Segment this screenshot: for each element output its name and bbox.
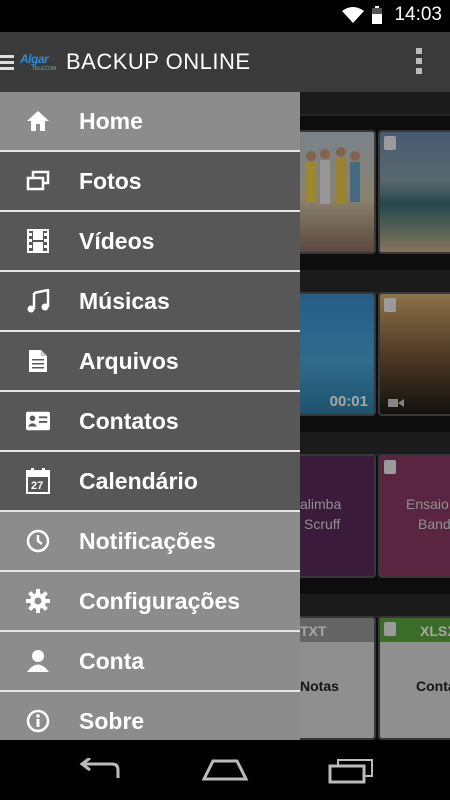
drawer-item-calendario[interactable]: 27 Calendário [0, 452, 300, 512]
drawer-item-label: Fotos [79, 167, 142, 194]
drawer-item-arquivos[interactable]: Arquivos [0, 332, 300, 392]
drawer-item-musicas[interactable]: Músicas [0, 272, 300, 332]
clock-icon [26, 529, 50, 553]
drawer-item-label: Notificações [79, 527, 216, 554]
info-icon [26, 709, 50, 733]
drawer-item-label: Sobre [79, 707, 145, 734]
drawer-item-label: Arquivos [79, 347, 179, 374]
app-bar: Algar TELECOM BACKUP ONLINE [0, 32, 450, 92]
drawer-item-contatos[interactable]: Contatos [0, 392, 300, 452]
drawer-item-label: Contatos [79, 407, 179, 434]
battery-icon [372, 6, 383, 24]
overflow-menu-icon[interactable] [416, 48, 422, 74]
status-bar: 14:03 [0, 0, 450, 32]
drawer-item-sobre[interactable]: Sobre [0, 692, 300, 740]
drawer-item-label: Vídeos [79, 227, 155, 254]
drawer-item-home[interactable]: Home [0, 92, 300, 152]
calendar-day: 27 [31, 480, 44, 492]
drawer-item-label: Configurações [79, 587, 241, 614]
contact-card-icon [26, 409, 50, 433]
logo-tagline: TELECOM [32, 66, 57, 72]
back-icon[interactable] [78, 758, 124, 782]
drawer-item-conta[interactable]: Conta [0, 632, 300, 692]
logo-brand: Algar [20, 52, 49, 66]
calendar-icon: 27 [26, 468, 50, 494]
drawer-item-label: Home [79, 107, 143, 134]
wifi-icon [342, 7, 365, 23]
film-icon [26, 229, 50, 253]
system-nav-bar [0, 740, 450, 800]
app-logo: Algar TELECOM [20, 49, 60, 75]
recent-apps-icon[interactable] [328, 758, 374, 784]
drawer-item-fotos[interactable]: Fotos [0, 152, 300, 212]
document-icon [26, 349, 50, 373]
gear-icon [26, 589, 50, 613]
music-note-icon [26, 289, 50, 313]
home-icon [26, 109, 50, 133]
app-title: BACKUP ONLINE [66, 49, 251, 74]
drawer-item-videos[interactable]: Vídeos [0, 212, 300, 272]
person-icon [26, 649, 50, 673]
drawer-item-label: Calendário [79, 467, 198, 494]
drawer-item-notificacoes[interactable]: Notificações [0, 512, 300, 572]
drawer-item-configuracoes[interactable]: Configurações [0, 572, 300, 632]
drawer-item-label: Conta [79, 647, 145, 674]
home-button-icon[interactable] [201, 758, 249, 782]
drawer-item-label: Músicas [79, 287, 170, 314]
photos-icon [26, 169, 50, 193]
drawer-toggle-icon[interactable] [0, 54, 14, 70]
status-time: 14:03 [394, 4, 442, 25]
navigation-drawer: Home Fotos Vídeos Músicas Arquivos Conta… [0, 92, 300, 740]
